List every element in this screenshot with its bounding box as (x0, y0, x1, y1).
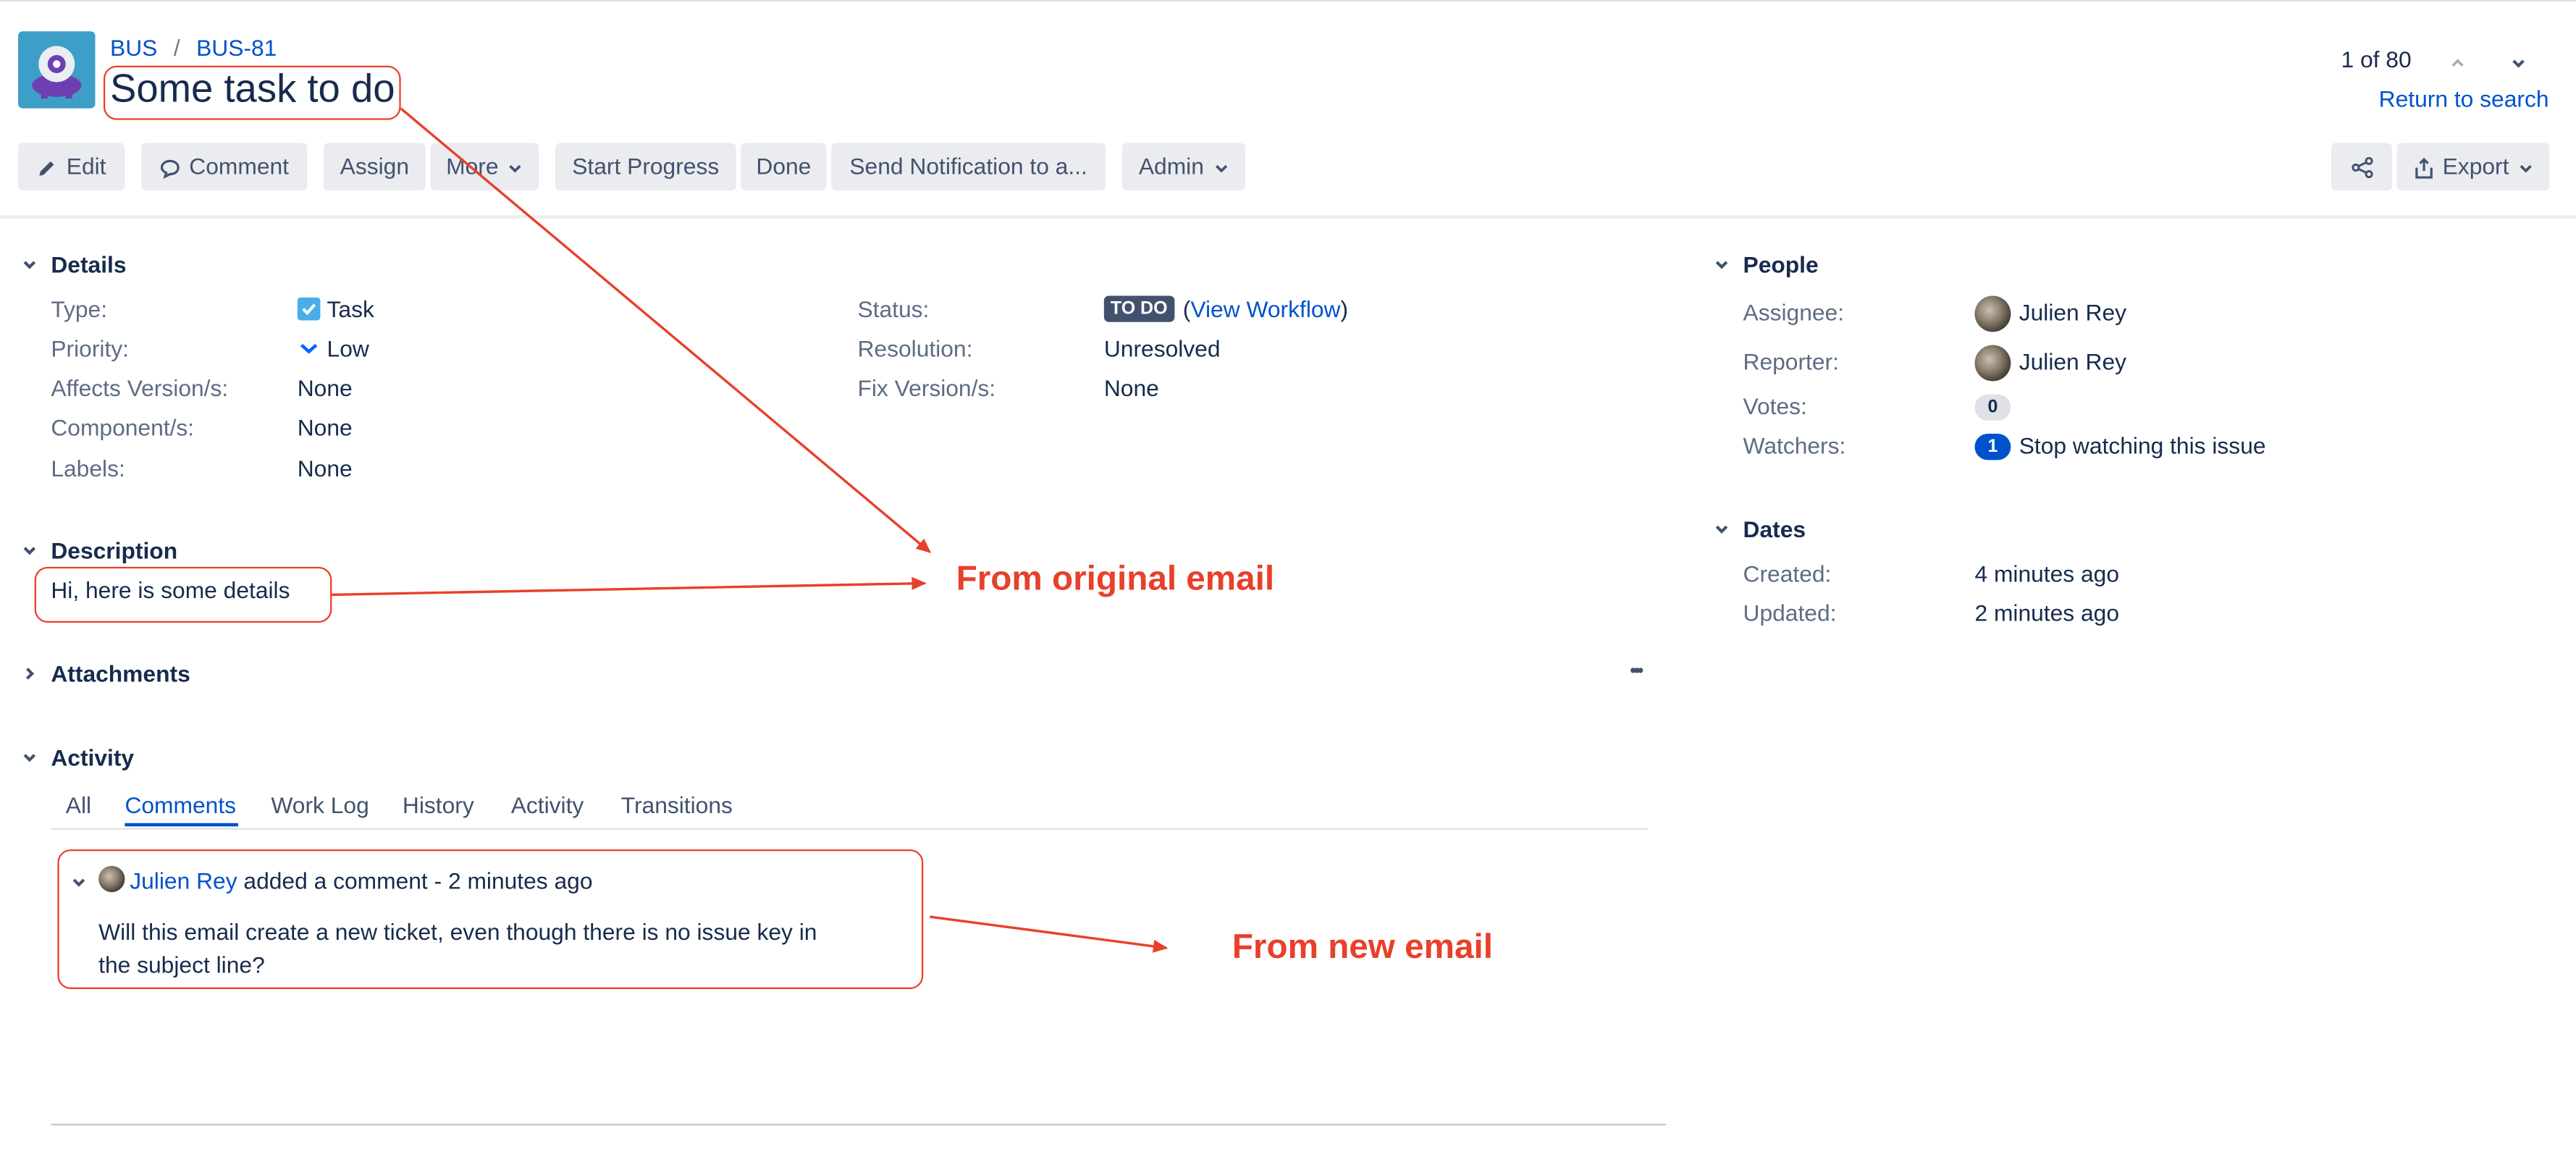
arrow-description-to-original (332, 576, 927, 597)
arrow-title-to-original (400, 107, 932, 553)
arrow-comment-to-new (930, 915, 1169, 953)
issue-view: BUS / BUS-81 Some task to do 1 of 80 Ret… (0, 0, 2576, 1165)
annotation-new-email: From new email (1232, 928, 1493, 967)
annotation-arrows (332, 107, 1169, 953)
annotation-original-email: From original email (956, 560, 1275, 598)
